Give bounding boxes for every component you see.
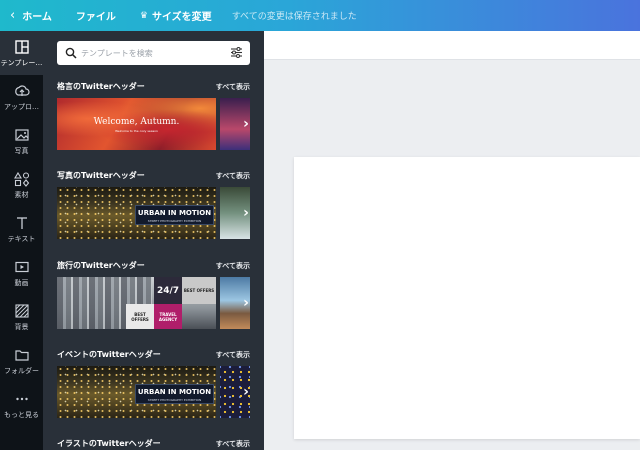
rail-item-elements[interactable]: 素材 xyxy=(0,163,43,207)
search-box[interactable]: テンプレートを検索 xyxy=(57,41,250,65)
rail-item-folders[interactable]: フォルダー xyxy=(0,339,43,383)
thumbnail-badge: BEST OFFERS xyxy=(126,304,154,329)
search-icon xyxy=(65,47,77,59)
crown-icon: ♛ xyxy=(139,10,148,21)
template-thumbnail[interactable]: Welcome, Autumn. Welcome to the cozy sea… xyxy=(57,98,216,150)
thumbnail-badge: BEST OFFERS xyxy=(182,277,216,304)
show-all-link[interactable]: すべて表示 xyxy=(216,439,250,449)
rail-label: アップロ… xyxy=(4,103,39,111)
design-artboard[interactable] xyxy=(294,157,640,439)
rail-label: フォルダー xyxy=(4,367,39,375)
thumbnail-banner: URBAN IN MOTION STREET PHOTOGRAPHY EXHIB… xyxy=(135,384,214,404)
thumbnail-banner: URBAN IN MOTION STREET PHOTOGRAPHY EXHIB… xyxy=(135,205,214,225)
rail-label: テキスト xyxy=(7,235,36,243)
rail-label: 写真 xyxy=(14,147,29,155)
rail-label: 動画 xyxy=(14,279,29,287)
rail-item-photos[interactable]: 写真 xyxy=(0,119,43,163)
video-icon xyxy=(14,261,29,273)
folder-icon xyxy=(14,350,29,361)
template-thumbnail[interactable]: URBAN IN MOTION STREET PHOTOGRAPHY EXHIB… xyxy=(57,366,216,418)
thumbnail-subtitle: Welcome to the cozy season xyxy=(115,129,158,133)
section-title: 写真のTwitterヘッダー xyxy=(57,171,145,180)
scroll-right-icon[interactable]: › xyxy=(239,202,253,224)
side-rail: テンプレー… アップロ… 写真 素材 テキスト 動画 背景 フォルダー もっと見… xyxy=(0,31,43,450)
rail-item-uploads[interactable]: アップロ… xyxy=(0,75,43,119)
resize-button[interactable]: ♛ サイズを変更 xyxy=(139,8,212,24)
elements-icon xyxy=(13,171,29,187)
show-all-link[interactable]: すべて表示 xyxy=(216,82,250,92)
text-icon xyxy=(16,217,27,229)
show-all-link[interactable]: すべて表示 xyxy=(216,261,250,271)
section-title: 旅行のTwitterヘッダー xyxy=(57,261,145,270)
thumbnail-title: URBAN IN MOTION xyxy=(137,388,212,396)
rail-label: もっと見る xyxy=(4,411,39,419)
rail-item-text[interactable]: テキスト xyxy=(0,207,43,251)
thumbnail-badge: TRAVEL AGENCY xyxy=(154,304,182,329)
section-title: イベントのTwitterヘッダー xyxy=(57,350,161,359)
scroll-right-icon[interactable]: › xyxy=(239,113,253,135)
section-title: イラストのTwitterヘッダー xyxy=(57,439,161,448)
photo-icon xyxy=(14,129,29,141)
show-all-link[interactable]: すべて表示 xyxy=(216,171,250,181)
search-input[interactable]: テンプレートを検索 xyxy=(81,48,153,59)
thumbnail-title: URBAN IN MOTION xyxy=(137,209,212,217)
thumbnail-title: 24/7 xyxy=(154,277,182,304)
save-status: すべての変更は保存されました xyxy=(231,12,357,22)
file-menu-button[interactable]: ファイル xyxy=(76,8,116,23)
thumbnail-subtitle: STREET PHOTOGRAPHY EXHIBITION xyxy=(147,398,202,402)
rail-label: テンプレー… xyxy=(0,59,43,67)
editor-toolbar xyxy=(264,31,640,60)
rail-label: 背景 xyxy=(14,323,29,331)
top-bar: ‹ ホーム ファイル ♛ サイズを変更 すべての変更は保存されました xyxy=(0,0,640,31)
show-all-link[interactable]: すべて表示 xyxy=(216,350,250,360)
rail-label: 素材 xyxy=(14,191,29,199)
scroll-right-icon[interactable]: › xyxy=(239,292,253,314)
background-icon xyxy=(14,304,29,318)
rail-item-videos[interactable]: 動画 xyxy=(0,251,43,295)
template-thumbnail[interactable]: 24/7 BEST OFFERS BEST OFFERS TRAVEL AGEN… xyxy=(57,277,216,329)
more-icon xyxy=(15,397,28,401)
thumbnail-subtitle: STREET PHOTOGRAPHY EXHIBITION xyxy=(147,219,202,223)
rail-item-more[interactable]: もっと見る xyxy=(0,383,43,427)
filter-icon[interactable] xyxy=(230,46,243,59)
resize-label: サイズを変更 xyxy=(151,12,212,23)
scroll-right-icon[interactable]: › xyxy=(239,381,253,403)
home-label: ホーム xyxy=(22,12,52,23)
thumbnail-title: Welcome, Autumn. xyxy=(93,117,180,127)
template-panel: テンプレートを検索 格言のTwitterヘッダー すべて表示 Welcome, … xyxy=(43,31,264,450)
section-title: 格言のTwitterヘッダー xyxy=(57,82,145,91)
template-icon xyxy=(14,40,29,54)
rail-item-backgrounds[interactable]: 背景 xyxy=(0,295,43,339)
template-thumbnail[interactable]: URBAN IN MOTION STREET PHOTOGRAPHY EXHIB… xyxy=(57,187,216,239)
home-button[interactable]: ‹ ホーム xyxy=(10,8,52,23)
chevron-left-icon: ‹ xyxy=(10,8,16,23)
rail-item-templates[interactable]: テンプレー… xyxy=(0,31,43,75)
upload-icon xyxy=(14,85,30,96)
